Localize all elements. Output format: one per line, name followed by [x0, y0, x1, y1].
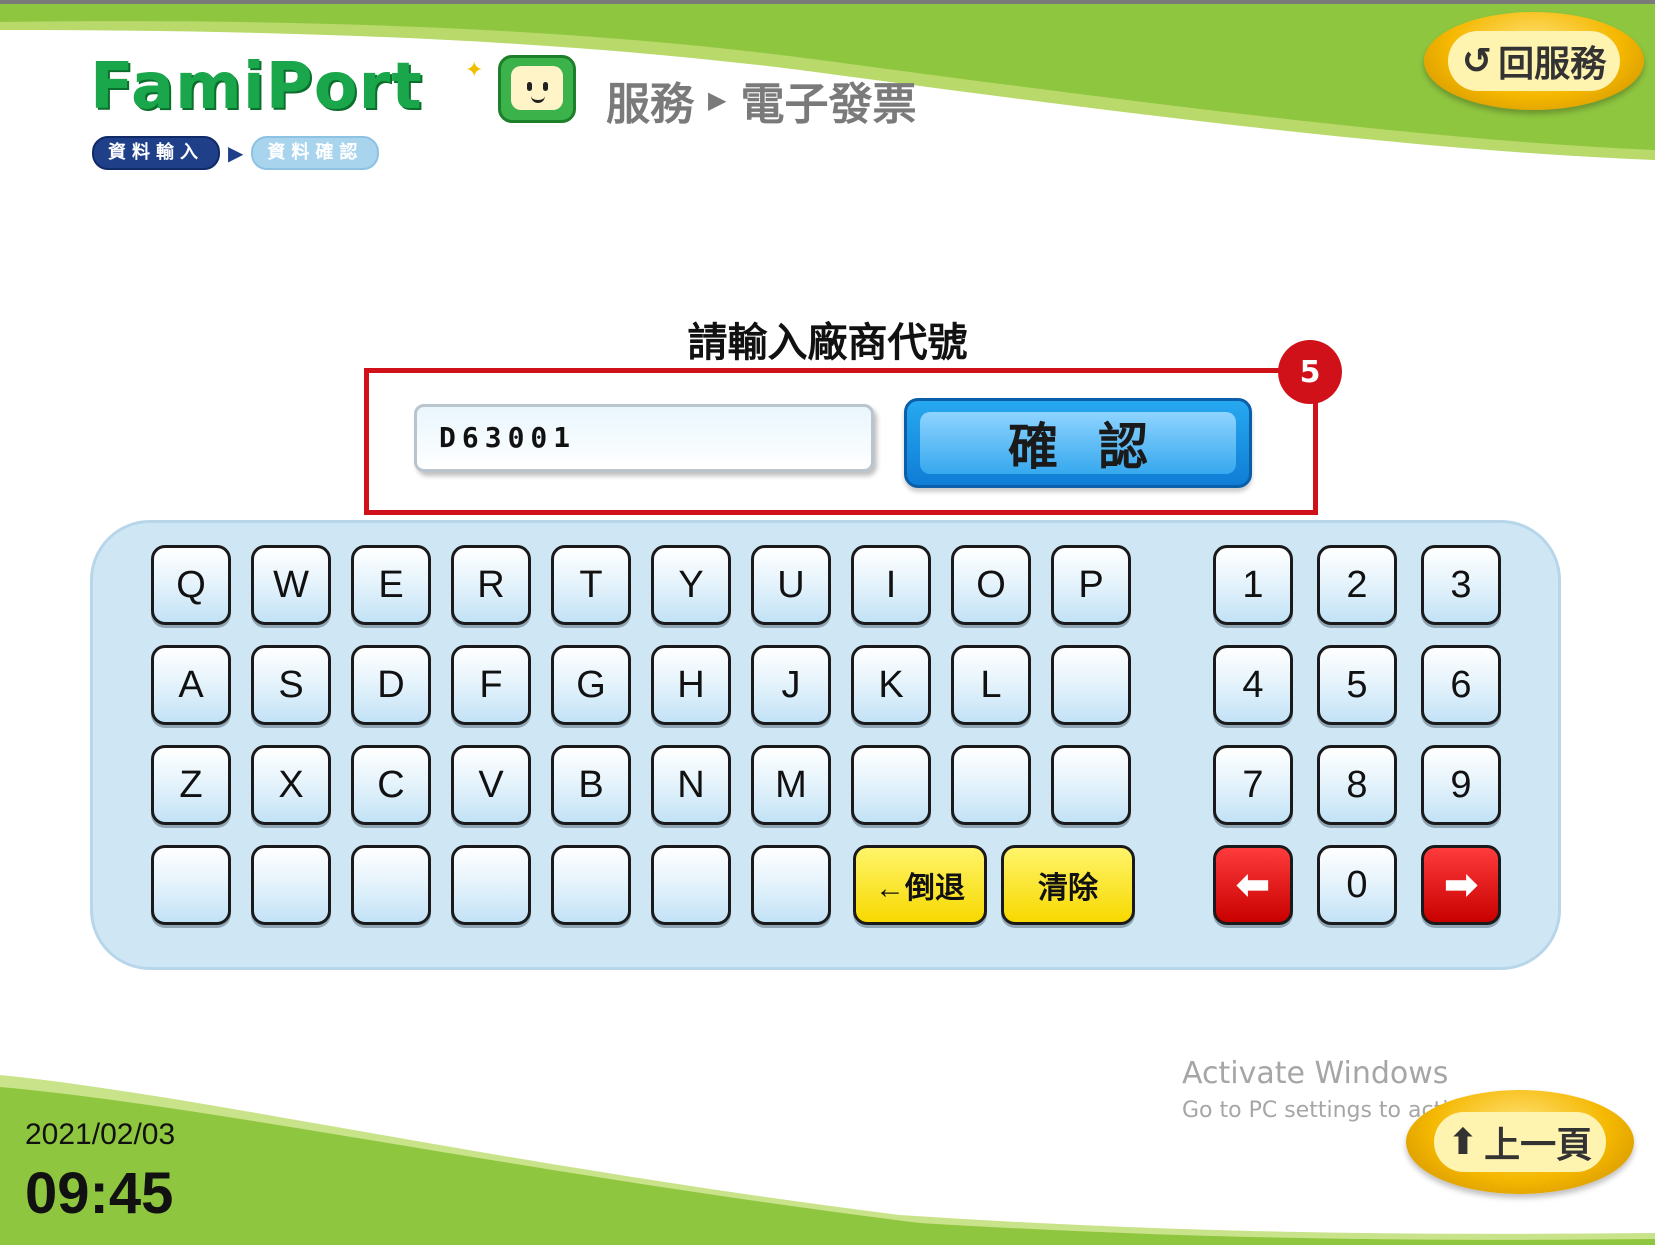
key-f[interactable]: F: [451, 645, 531, 725]
key-blank[interactable]: [851, 745, 931, 825]
time-display: 09:45: [25, 1161, 174, 1226]
step-indicator: 資料輸入 ▶ 資料確認: [92, 136, 380, 170]
key-blank[interactable]: [551, 845, 631, 925]
key-blank[interactable]: [651, 845, 731, 925]
key-7[interactable]: 7: [1213, 745, 1293, 825]
sparkle-icon: ✦: [465, 58, 484, 83]
key-q[interactable]: Q: [151, 545, 231, 625]
key-s[interactable]: S: [251, 645, 331, 725]
right-arrow-key[interactable]: ➡: [1421, 845, 1501, 925]
key-8[interactable]: 8: [1317, 745, 1397, 825]
previous-page-button[interactable]: ⬆ 上一頁: [1406, 1090, 1634, 1194]
key-4[interactable]: 4: [1213, 645, 1293, 725]
key-o[interactable]: O: [951, 545, 1031, 625]
key-t[interactable]: T: [551, 545, 631, 625]
step-arrow-icon: ▶: [228, 141, 244, 165]
key-z[interactable]: Z: [151, 745, 231, 825]
key-3[interactable]: 3: [1421, 545, 1501, 625]
key-blank[interactable]: [1051, 745, 1131, 825]
clear-key[interactable]: 清除: [1001, 845, 1135, 925]
prompt-title: 請輸入廠商代號: [687, 319, 968, 366]
key-h[interactable]: H: [651, 645, 731, 725]
key-2[interactable]: 2: [1317, 545, 1397, 625]
vendor-code-input[interactable]: D63001: [414, 404, 874, 472]
breadcrumb-arrow-icon: ▶: [708, 86, 727, 114]
famiport-logo: FamiPort: [90, 50, 423, 124]
famiport-mascot-icon: [498, 55, 576, 123]
key-u[interactable]: U: [751, 545, 831, 625]
key-p[interactable]: P: [1051, 545, 1131, 625]
backspace-key[interactable]: ←倒退: [853, 845, 987, 925]
confirm-button-label: 確認: [920, 412, 1236, 476]
confirm-button[interactable]: 確認: [904, 398, 1252, 488]
key-g[interactable]: G: [551, 645, 631, 725]
key-1[interactable]: 1: [1213, 545, 1293, 625]
key-v[interactable]: V: [451, 745, 531, 825]
key-9[interactable]: 9: [1421, 745, 1501, 825]
key-w[interactable]: W: [251, 545, 331, 625]
key-blank[interactable]: [951, 745, 1031, 825]
return-icon: ↺: [1461, 40, 1493, 82]
up-arrow-icon: ⬆: [1447, 1121, 1479, 1163]
key-b[interactable]: B: [551, 745, 631, 825]
key-y[interactable]: Y: [651, 545, 731, 625]
key-blank[interactable]: [451, 845, 531, 925]
key-r[interactable]: R: [451, 545, 531, 625]
key-5[interactable]: 5: [1317, 645, 1397, 725]
key-a[interactable]: A: [151, 645, 231, 725]
step-data-input: 資料輸入: [92, 136, 220, 170]
key-blank[interactable]: [151, 845, 231, 925]
key-blank[interactable]: [751, 845, 831, 925]
breadcrumb-service: 服務: [606, 79, 694, 130]
key-blank[interactable]: [251, 845, 331, 925]
key-blank[interactable]: [1051, 645, 1131, 725]
date-display: 2021/02/03: [25, 1118, 176, 1151]
key-k[interactable]: K: [851, 645, 931, 725]
key-x[interactable]: X: [251, 745, 331, 825]
key-blank[interactable]: [351, 845, 431, 925]
key-0[interactable]: 0: [1317, 845, 1397, 925]
key-l[interactable]: L: [951, 645, 1031, 725]
key-j[interactable]: J: [751, 645, 831, 725]
key-i[interactable]: I: [851, 545, 931, 625]
key-c[interactable]: C: [351, 745, 431, 825]
key-d[interactable]: D: [351, 645, 431, 725]
key-e[interactable]: E: [351, 545, 431, 625]
return-button-label: 回服務: [1498, 44, 1607, 85]
breadcrumb: 服務 ▶ 電子發票: [606, 68, 916, 132]
key-n[interactable]: N: [651, 745, 731, 825]
left-arrow-key[interactable]: ⬅: [1213, 845, 1293, 925]
step-data-confirm: 資料確認: [251, 136, 380, 170]
previous-page-label: 上一頁: [1484, 1125, 1593, 1166]
key-6[interactable]: 6: [1421, 645, 1501, 725]
virtual-keyboard: Q W E R T Y U I O P A S D F G H J K L Z …: [90, 520, 1561, 970]
step-number-badge: 5: [1278, 340, 1342, 404]
breadcrumb-einvoice: 電子發票: [740, 79, 917, 130]
activate-windows-title: Activate Windows: [1182, 1056, 1449, 1091]
key-m[interactable]: M: [751, 745, 831, 825]
return-to-service-button[interactable]: ↺ 回服務: [1424, 12, 1644, 110]
